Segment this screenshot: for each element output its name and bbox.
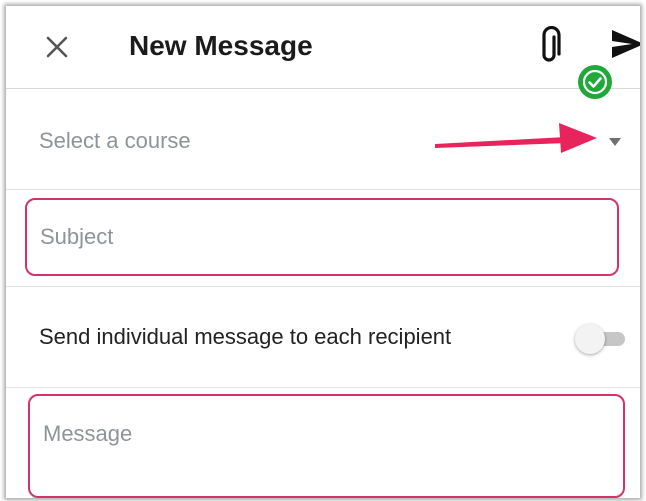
close-button[interactable] [40,30,74,64]
subject-row [6,190,640,287]
course-select[interactable]: Select a course [6,89,640,190]
app-header: New Message [6,6,640,89]
page-title: New Message [129,30,313,61]
caret-down-icon[interactable] [608,137,622,147]
send-button[interactable] [610,26,640,62]
message-input[interactable] [28,394,625,498]
send-icon [612,30,640,58]
paperclip-icon [542,25,561,62]
annotation-arrow [435,123,597,153]
individual-message-toggle[interactable] [575,321,627,355]
individual-message-row: Send individual message to each recipien… [6,287,640,388]
course-select-label: Select a course [39,128,191,153]
individual-message-label: Send individual message to each recipien… [39,324,452,349]
attach-button[interactable] [536,25,564,66]
new-message-screen: New Message Select a course Subject Send… [6,6,640,498]
close-icon [46,36,68,58]
message-row [6,388,640,498]
toggle-thumb [575,324,605,354]
subject-input[interactable] [25,198,619,276]
